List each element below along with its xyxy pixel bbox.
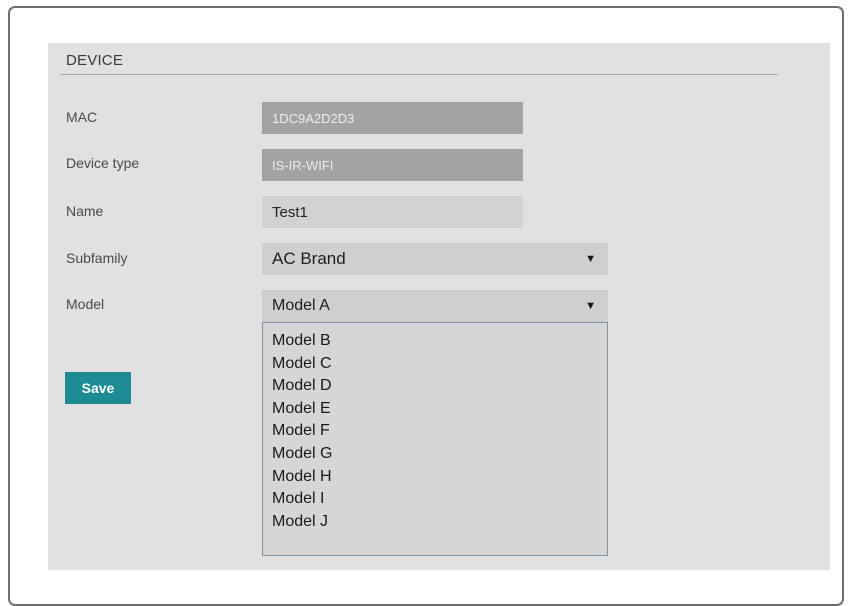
save-button[interactable]: Save <box>65 372 131 404</box>
model-option[interactable]: Model F <box>272 420 607 443</box>
model-option[interactable]: Model B <box>272 330 607 353</box>
subfamily-selected-value: AC Brand <box>272 249 346 268</box>
device-type-field: IS-IR-WIFI <box>262 149 523 181</box>
subfamily-select[interactable]: AC Brand ▼ <box>262 243 608 275</box>
subfamily-label: Subfamily <box>66 250 128 266</box>
model-option[interactable]: Model E <box>272 398 607 421</box>
chevron-down-icon: ▼ <box>585 253 596 265</box>
name-label: Name <box>66 203 104 219</box>
chevron-down-icon: ▼ <box>585 300 596 312</box>
model-option[interactable]: Model H <box>272 466 607 489</box>
model-select[interactable]: Model A ▼ <box>262 290 608 322</box>
name-value: Test1 <box>272 203 308 221</box>
model-label: Model <box>66 296 105 312</box>
model-option[interactable]: Model C <box>272 353 607 376</box>
model-option[interactable]: Model I <box>272 488 607 511</box>
model-option[interactable]: Model J <box>272 511 607 534</box>
model-dropdown-list: Model B Model C Model D Model E Model F … <box>262 322 608 556</box>
model-option[interactable]: Model G <box>272 443 607 466</box>
model-option[interactable]: Model D <box>272 375 607 398</box>
mac-value: 1DC9A2D2D3 <box>272 110 355 126</box>
section-title: DEVICE <box>66 52 124 69</box>
name-input[interactable]: Test1 <box>262 196 523 228</box>
device-type-value: IS-IR-WIFI <box>272 157 334 173</box>
model-selected-value: Model A <box>272 297 330 314</box>
device-type-label: Device type <box>66 155 140 171</box>
mac-field: 1DC9A2D2D3 <box>262 102 523 134</box>
mac-label: MAC <box>66 109 98 125</box>
section-divider <box>60 74 778 75</box>
